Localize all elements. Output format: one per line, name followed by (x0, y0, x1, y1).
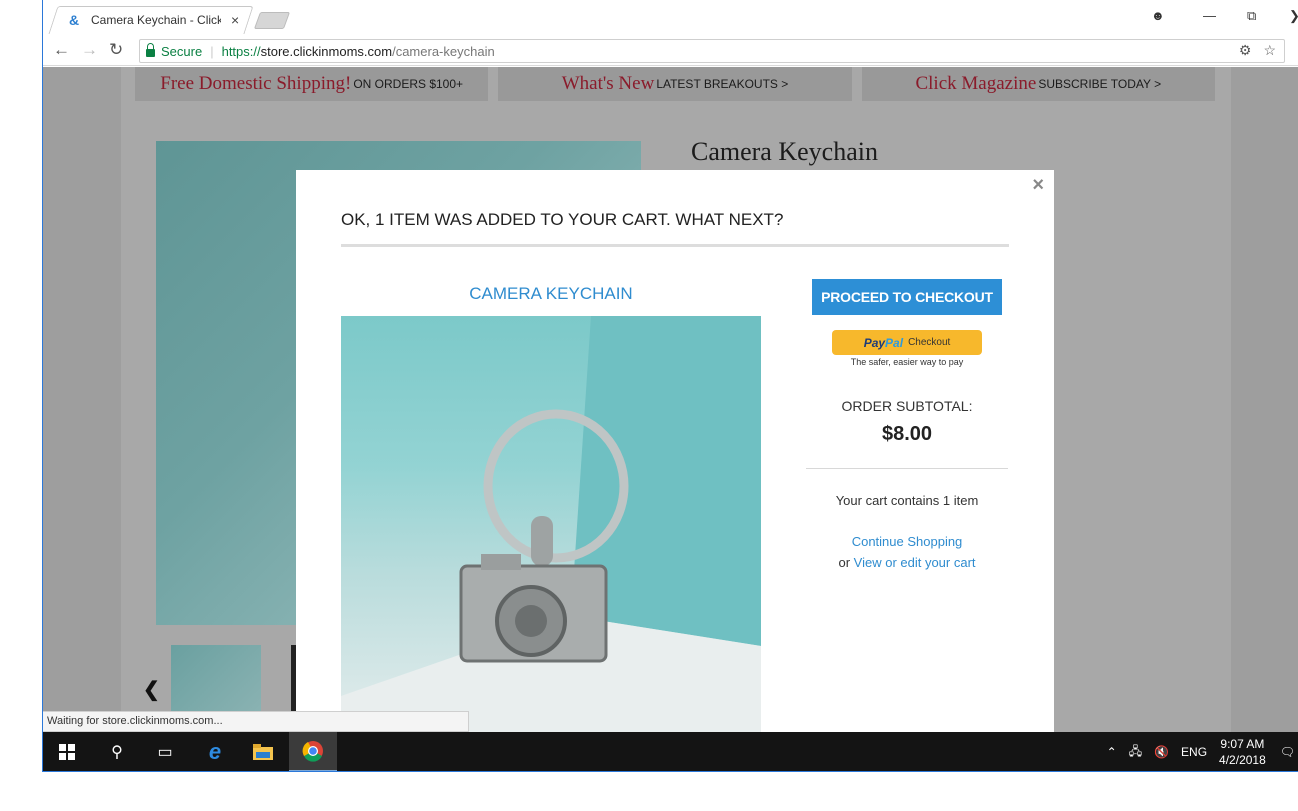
paypal-tagline: The safer, easier way to pay (850, 357, 964, 367)
camera-keychain-illustration (341, 316, 761, 732)
tab-title: Camera Keychain - Click (91, 13, 221, 27)
promo-magazine[interactable]: Click Magazine SUBSCRIBE TODAY > (861, 67, 1215, 101)
system-tray: ⌃ 🖧 🔇 ENG 9:07 AM 4/2/2018 🗨 (1107, 732, 1298, 771)
status-bubble: Waiting for store.clickinmoms.com... (43, 711, 469, 732)
view-cart-line: or View or edit your cart (806, 555, 1008, 570)
forward-icon[interactable]: → (81, 40, 98, 60)
clock-date: 4/2/2018 (1219, 753, 1266, 767)
paypal-checkout-button[interactable]: PayPal Checkout (832, 330, 982, 355)
cart-count-text: Your cart contains 1 item (835, 493, 979, 508)
paypal-checkout-label: Checkout (908, 337, 951, 348)
promo-shipping-title: Free Domestic Shipping! (160, 73, 352, 94)
close-window-icon[interactable]: ❯ (1289, 8, 1298, 24)
profile-icon[interactable]: ☻ (1151, 8, 1165, 23)
secure-label: Secure (161, 43, 203, 59)
url-scheme: https:// (221, 43, 261, 59)
page-viewport: Free Domestic Shipping! ON ORDERS $100+ … (43, 67, 1298, 732)
lock-icon (146, 43, 155, 57)
volume-muted-icon[interactable]: 🔇 (1154, 745, 1169, 759)
divider (806, 468, 1008, 469)
minimize-icon[interactable]: — (1203, 8, 1216, 23)
new-tab-button[interactable] (253, 12, 291, 29)
url-path: /camera-keychain (392, 43, 495, 59)
search-icon[interactable]: ⚲ (95, 732, 139, 771)
taskbar: ⚲ ▭ e ⌃ 🖧 🔇 ENG 9:07 AM 4/2/2018 🗨 (43, 732, 1298, 771)
thumbnail-prev-icon[interactable]: ❮ (143, 677, 160, 702)
paypal-logo-pay: Pay (863, 335, 886, 350)
ring-link (531, 516, 553, 566)
promo-whats-new-sub: LATEST BREAKOUTS > (656, 77, 789, 91)
clock[interactable]: 9:07 AM 4/2/2018 (1219, 736, 1266, 768)
start-windows-icon[interactable] (43, 732, 91, 771)
promo-whats-new-title: What's New (561, 73, 655, 94)
modal-product-image (341, 316, 761, 732)
screen: & Camera Keychain - Click × ☻ — ⧉ ❯ ← → … (0, 0, 1298, 811)
or-text: or (838, 555, 851, 570)
separator: | (210, 43, 214, 59)
network-icon[interactable]: 🖧 (1129, 742, 1142, 763)
camera-lens-inner (515, 605, 547, 637)
chrome-taskbar-icon[interactable] (289, 732, 337, 771)
paypal-logo-pal: Pal (885, 335, 904, 350)
url-host: store.clickinmoms.com (260, 43, 393, 59)
clock-time: 9:07 AM (1220, 737, 1265, 751)
task-view-icon[interactable]: ▭ (143, 732, 187, 771)
browser-toolbar: ← → ↻ Secure | https:// store.clickinmom… (43, 36, 1298, 66)
product-title: Camera Keychain (691, 137, 878, 166)
promo-magazine-sub: SUBSCRIBE TODAY > (1038, 77, 1162, 91)
promo-magazine-title: Click Magazine (915, 73, 1037, 94)
order-subtotal-label: ORDER SUBTOTAL: (841, 398, 973, 414)
promo-bar: Free Domestic Shipping! ON ORDERS $100+ … (135, 67, 1215, 101)
address-bar[interactable]: Secure | https:// store.clickinmoms.com … (139, 39, 1285, 63)
promo-whats-new[interactable]: What's New LATEST BREAKOUTS > (498, 67, 852, 101)
added-to-cart-modal: × OK, 1 ITEM WAS ADDED TO YOUR CART. WHA… (296, 170, 1054, 732)
order-subtotal-value: $8.00 (881, 423, 933, 445)
notifications-icon[interactable]: 🗨 (1280, 745, 1295, 759)
language-indicator[interactable]: ENG (1181, 745, 1207, 759)
tab-strip: & Camera Keychain - Click × ☻ — ⧉ ❯ (43, 0, 1298, 36)
promo-shipping-sub: ON ORDERS $100+ (353, 77, 464, 91)
bookmark-star-icon[interactable]: ☆ (1263, 42, 1276, 59)
modal-product-name[interactable]: CAMERA KEYCHAIN (341, 284, 761, 304)
back-icon[interactable]: ← (53, 40, 70, 60)
extension-icon[interactable]: ⚙ (1239, 42, 1252, 59)
file-explorer-icon[interactable] (241, 732, 285, 771)
tray-expand-icon[interactable]: ⌃ (1107, 745, 1117, 759)
modal-close-icon[interactable]: × (1032, 174, 1044, 197)
camera-top (481, 554, 521, 570)
tab-close-icon[interactable]: × (231, 12, 239, 28)
continue-shopping-link[interactable]: Continue Shopping (806, 534, 1008, 549)
reload-icon[interactable]: ↻ (109, 40, 123, 60)
internet-explorer-icon[interactable]: e (191, 732, 239, 771)
clickinmoms-favicon-icon: & (69, 12, 80, 28)
proceed-to-checkout-button[interactable]: PROCEED TO CHECKOUT (812, 279, 1002, 315)
browser-window: & Camera Keychain - Click × ☻ — ⧉ ❯ ← → … (42, 0, 1298, 772)
promo-shipping[interactable]: Free Domestic Shipping! ON ORDERS $100+ (135, 67, 489, 101)
modal-heading: OK, 1 ITEM WAS ADDED TO YOUR CART. WHAT … (341, 210, 784, 229)
cart-actions: PROCEED TO CHECKOUT PayPal Checkout The … (806, 170, 1008, 732)
tab-camera-keychain[interactable]: & Camera Keychain - Click × (59, 6, 249, 34)
view-edit-cart-link[interactable]: View or edit your cart (854, 555, 976, 570)
restore-icon[interactable]: ⧉ (1247, 8, 1256, 24)
paypal-logo: PayPal (864, 336, 903, 350)
